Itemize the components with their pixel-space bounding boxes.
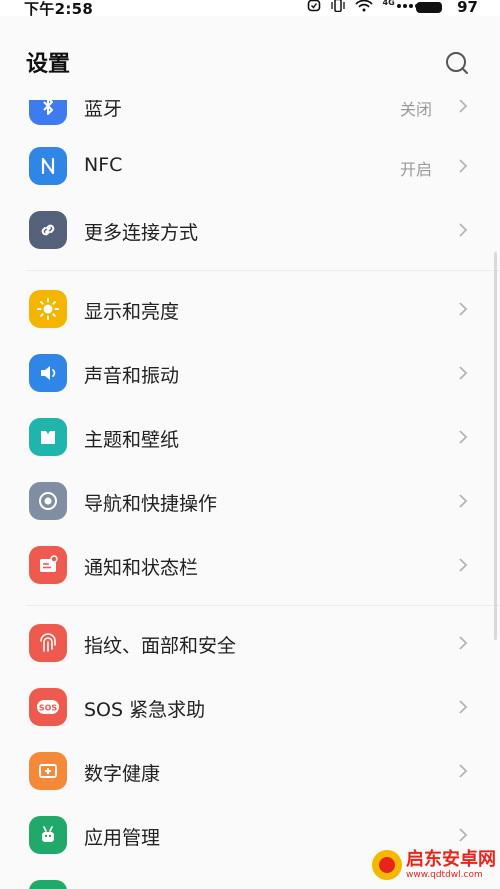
settings-item-label: 蓝牙 — [84, 100, 123, 120]
settings-item-theme[interactable]: 主题和壁纸 — [0, 405, 500, 469]
watermark-text: 启东安卓网 www.qdtdwl.com — [406, 848, 496, 880]
sound-icon — [29, 354, 67, 392]
fingerprint-icon — [29, 624, 67, 662]
settings-item-label: 通知和状态栏 — [84, 557, 199, 579]
settings-item-label: 应用管理 — [84, 827, 161, 849]
divider — [26, 605, 500, 606]
sos-icon: SOS — [29, 688, 67, 726]
navigation-icon — [29, 482, 67, 520]
settings-item-label: 主题和壁纸 — [84, 429, 180, 451]
settings-item-display[interactable]: 显示和亮度 — [0, 277, 500, 341]
status-bar: 下午2:58 4G HD 97 — [0, 0, 500, 18]
chevron-right-icon — [459, 494, 468, 508]
settings-item-value: 关闭 — [399, 100, 432, 119]
settings-item-label: 指纹、面部和安全 — [84, 635, 237, 657]
bluetooth-icon — [29, 100, 67, 125]
nfc-icon — [29, 147, 67, 185]
settings-item-label: 导航和快捷操作 — [84, 493, 218, 515]
settings-item-label: 数字健康 — [84, 763, 161, 785]
notification-icon — [29, 546, 67, 584]
chevron-right-icon — [459, 430, 468, 444]
settings-item-bluetooth[interactable]: 蓝牙 关闭 — [0, 100, 500, 138]
watermark: 启东安卓网 www.qdtdwl.com — [372, 850, 496, 880]
health-icon — [29, 752, 67, 790]
settings-item-label: 显示和亮度 — [84, 301, 180, 323]
watermark-logo-icon — [372, 850, 402, 880]
next-item-icon — [29, 880, 67, 889]
battery-level: 97 — [457, 0, 478, 16]
svg-text:SOS: SOS — [39, 704, 58, 713]
settings-list: 蓝牙 关闭 NFC 开启 更多连接方式 显示和亮度 声音和振动 主题和壁纸 导航… — [0, 100, 500, 889]
header: 设置 — [0, 16, 500, 100]
chevron-right-icon — [459, 558, 468, 572]
theme-icon — [29, 418, 67, 456]
scrollbar[interactable] — [494, 252, 497, 640]
wifi-icon — [354, 0, 373, 12]
app-manager-icon — [29, 816, 67, 854]
chevron-right-icon — [459, 223, 468, 237]
vibrate-icon — [330, 0, 345, 12]
chevron-right-icon — [459, 636, 468, 650]
settings-item-navigation[interactable]: 导航和快捷操作 — [0, 469, 500, 533]
watermark-title: 启东安卓网 — [406, 848, 496, 870]
settings-item-security[interactable]: 指纹、面部和安全 — [0, 611, 500, 675]
chevron-right-icon — [459, 302, 468, 316]
settings-item-label: SOS 紧急求助 — [84, 699, 206, 721]
chevron-right-icon — [459, 159, 468, 173]
settings-item-notifications[interactable]: 通知和状态栏 — [0, 533, 500, 597]
search-icon[interactable] — [444, 50, 470, 76]
settings-item-digital-health[interactable]: 数字健康 — [0, 739, 500, 803]
chevron-right-icon — [459, 100, 468, 113]
alarm-icon — [307, 0, 320, 12]
chevron-right-icon — [459, 828, 468, 842]
settings-item-sos[interactable]: SOS SOS 紧急求助 — [0, 675, 500, 739]
settings-item-nfc[interactable]: NFC 开启 — [0, 134, 500, 198]
link-icon — [29, 211, 67, 249]
settings-item-label: 更多连接方式 — [84, 222, 199, 244]
watermark-url: www.qdtdwl.com — [406, 869, 483, 880]
network-type: 4G — [382, 0, 395, 7]
settings-item-sound[interactable]: 声音和振动 — [0, 341, 500, 405]
settings-item-label: NFC — [84, 154, 123, 176]
divider — [26, 270, 500, 271]
brightness-icon — [29, 290, 67, 328]
battery-icon — [416, 2, 442, 13]
settings-item-label: 声音和振动 — [84, 365, 180, 387]
settings-item-more-connections[interactable]: 更多连接方式 — [0, 198, 500, 262]
chevron-right-icon — [459, 700, 468, 714]
chevron-right-icon — [459, 366, 468, 380]
chevron-right-icon — [459, 764, 468, 778]
settings-item-value: 开启 — [399, 160, 432, 179]
page-title: 设置 — [26, 52, 71, 77]
